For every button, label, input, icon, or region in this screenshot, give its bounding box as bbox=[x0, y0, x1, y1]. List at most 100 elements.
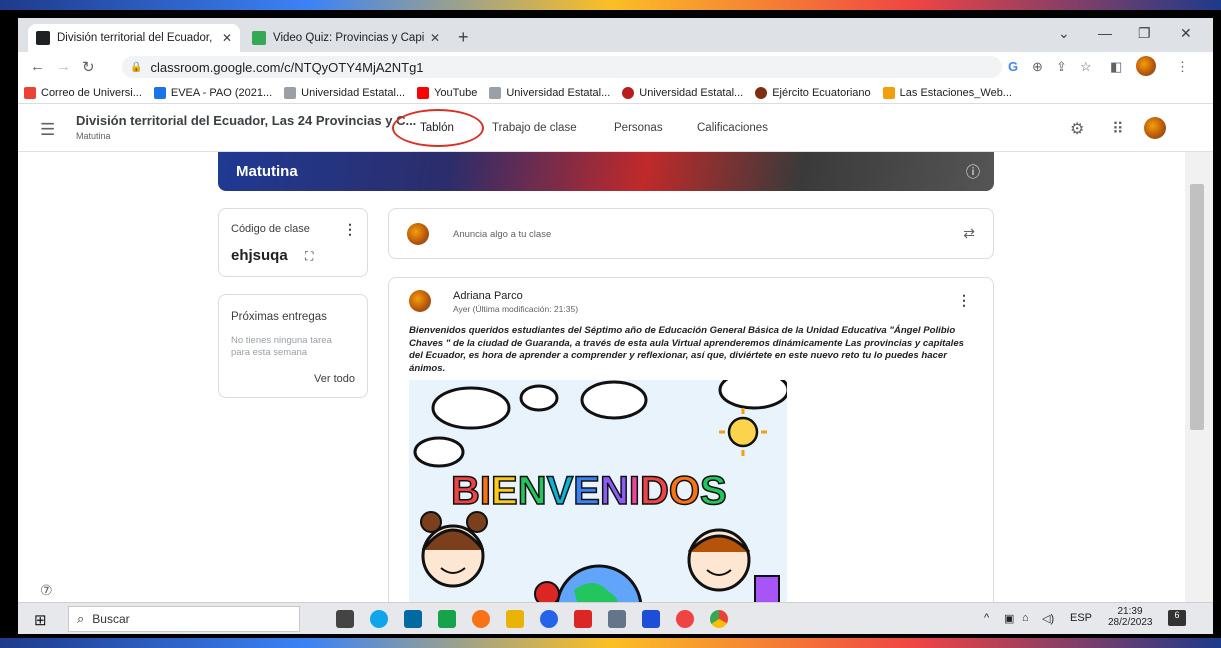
browser-menu-icon[interactable]: ⋮ bbox=[1176, 59, 1189, 75]
bookmark-star-icon[interactable]: ☆ bbox=[1080, 59, 1092, 75]
bookmark-item[interactable]: EVEA - PAO (2021... bbox=[153, 86, 272, 99]
welcome-letter: N bbox=[518, 469, 547, 513]
upcoming-card: Próximas entregas No tienes ninguna tare… bbox=[218, 294, 368, 398]
chrome-icon[interactable] bbox=[710, 610, 728, 628]
class-banner: Matutina ⓘ bbox=[218, 152, 994, 191]
gmail-icon bbox=[24, 86, 36, 99]
class-title[interactable]: División territorial del Ecuador, Las 24… bbox=[76, 113, 416, 128]
file-explorer-icon[interactable] bbox=[506, 610, 524, 628]
tab-title: Video Quiz: Provincias y Capitale bbox=[273, 32, 424, 44]
firefox-icon[interactable] bbox=[472, 610, 490, 628]
bookmark-item[interactable]: Las Estaciones_Web... bbox=[882, 86, 1012, 99]
announce-placeholder[interactable]: Anuncia algo a tu clase bbox=[453, 229, 551, 240]
new-tab-icon[interactable]: + bbox=[458, 27, 469, 48]
share-icon[interactable]: ⇪ bbox=[1056, 59, 1067, 75]
post-options-icon[interactable]: ⋮ bbox=[957, 292, 971, 309]
clock-time: 21:39 bbox=[1117, 606, 1143, 617]
back-icon[interactable]: ← bbox=[30, 58, 45, 75]
tab-trabajo-de-clase[interactable]: Trabajo de clase bbox=[492, 122, 577, 134]
camera-icon[interactable] bbox=[608, 610, 626, 628]
author-avatar bbox=[409, 290, 431, 312]
windows-start-icon[interactable]: ⊞ bbox=[34, 611, 47, 629]
boy-figure bbox=[687, 528, 751, 592]
network-icon[interactable]: ⌂ bbox=[1022, 612, 1029, 624]
headset-icon[interactable] bbox=[540, 610, 558, 628]
close-tab-icon[interactable]: ✕ bbox=[222, 31, 232, 45]
bookmark-item[interactable]: Universidad Estatal... bbox=[489, 86, 610, 99]
clock[interactable]: 21:39 28/2/2023 bbox=[1108, 606, 1153, 628]
help-icon[interactable]: ⑦ bbox=[40, 582, 53, 599]
quiz-favicon-icon bbox=[252, 31, 266, 45]
bookmark-item[interactable]: Ejército Ecuatoriano bbox=[755, 86, 871, 99]
volume-icon[interactable]: ◁) bbox=[1042, 612, 1054, 625]
more-options-icon[interactable]: ⋮ bbox=[343, 221, 357, 238]
upcoming-empty-text: No tienes ninguna tarea para esta semana bbox=[231, 335, 332, 358]
powerpoint-icon[interactable] bbox=[574, 610, 592, 628]
decorative-bottom-strip bbox=[0, 638, 1221, 648]
close-tab-icon[interactable]: ✕ bbox=[430, 31, 440, 45]
taskbar-search[interactable]: ⌕ Buscar bbox=[68, 606, 300, 632]
welcome-letter: B bbox=[451, 469, 480, 513]
class-section: Matutina bbox=[76, 131, 111, 141]
side-panel-icon[interactable]: ◧ bbox=[1110, 59, 1122, 75]
mail-icon[interactable] bbox=[404, 610, 422, 628]
tab-calificaciones[interactable]: Calificaciones bbox=[697, 122, 768, 134]
repost-icon[interactable]: ⇄ bbox=[963, 225, 975, 242]
seasons-icon bbox=[882, 86, 895, 99]
classroom-favicon-icon bbox=[36, 31, 50, 45]
opera-icon[interactable] bbox=[676, 610, 694, 628]
fullscreen-icon[interactable]: ⛶ bbox=[305, 249, 313, 264]
class-code-value: ehjsuqa bbox=[231, 247, 288, 264]
zoom-icon[interactable]: ⊕ bbox=[1032, 59, 1043, 75]
banner-section-name: Matutina bbox=[236, 163, 298, 180]
bookmark-item[interactable]: Universidad Estatal... bbox=[284, 86, 405, 99]
edge-icon[interactable] bbox=[370, 610, 388, 628]
browser-tab-division[interactable]: División territorial del Ecuador, Li ✕ bbox=[28, 24, 240, 52]
clock-date: 28/2/2023 bbox=[1108, 617, 1153, 628]
tray-chevron-icon[interactable]: ^ bbox=[984, 612, 989, 624]
bookmarks-bar: Correo de Universi... EVEA - PAO (2021..… bbox=[18, 82, 1213, 104]
url-bar[interactable]: 🔒 classroom.google.com/c/NTQyOTY4MjA2NTg… bbox=[122, 56, 1002, 78]
bookmark-item[interactable]: YouTube bbox=[417, 86, 477, 99]
post-card: Adriana Parco Ayer (Última modificación:… bbox=[388, 277, 994, 634]
post-author: Adriana Parco bbox=[453, 290, 523, 302]
restore-icon[interactable]: ❐ bbox=[1138, 25, 1151, 42]
notification-badge[interactable]: 6 bbox=[1168, 610, 1186, 626]
welcome-image[interactable]: BIENVENIDOS bbox=[409, 380, 787, 608]
bookmark-item[interactable]: Universidad Estatal... bbox=[622, 86, 743, 99]
account-avatar[interactable] bbox=[1144, 117, 1166, 139]
tab-personas[interactable]: Personas bbox=[614, 122, 663, 134]
word-icon[interactable] bbox=[642, 610, 660, 628]
excel-icon[interactable] bbox=[438, 610, 456, 628]
url-text: classroom.google.com/c/NTQyOTY4MjA2NTg1 bbox=[150, 59, 424, 75]
class-code-label: Código de clase bbox=[231, 223, 310, 235]
browser-tab-bar: División territorial del Ecuador, Li ✕ V… bbox=[18, 18, 1213, 52]
welcome-letter: S bbox=[700, 469, 727, 513]
bookmark-item[interactable]: Correo de Universi... bbox=[24, 86, 142, 99]
hamburger-menu-icon[interactable]: ☰ bbox=[40, 120, 55, 140]
forward-icon[interactable]: → bbox=[56, 58, 71, 75]
announce-card[interactable]: Anuncia algo a tu clase ⇄ bbox=[388, 208, 994, 259]
welcome-letter: E bbox=[573, 469, 600, 513]
task-view-icon[interactable] bbox=[336, 610, 354, 628]
see-all-link[interactable]: Ver todo bbox=[314, 373, 355, 385]
info-icon[interactable]: ⓘ bbox=[966, 162, 980, 182]
tab-title: División territorial del Ecuador, Li bbox=[57, 32, 216, 44]
classroom-header: ☰ División territorial del Ecuador, Las … bbox=[18, 104, 1213, 152]
reload-icon[interactable]: ↻ bbox=[82, 58, 95, 76]
settings-gear-icon[interactable]: ⚙ bbox=[1070, 119, 1084, 139]
profile-avatar[interactable] bbox=[1136, 56, 1156, 76]
tray-meeting-icon[interactable]: ▣ bbox=[1004, 612, 1014, 625]
google-translate-icon[interactable]: G bbox=[1008, 59, 1018, 74]
tab-search-chevron-icon[interactable]: ⌄ bbox=[1058, 25, 1070, 42]
language-indicator[interactable]: ESP bbox=[1070, 612, 1092, 624]
minimize-icon[interactable]: — bbox=[1098, 25, 1112, 41]
welcome-letter: I bbox=[629, 469, 640, 513]
youtube-icon bbox=[417, 86, 430, 99]
browser-tab-quiz[interactable]: Video Quiz: Provincias y Capitale ✕ bbox=[244, 24, 448, 52]
apps-grid-icon[interactable]: ⠿ bbox=[1112, 119, 1124, 139]
close-window-icon[interactable]: ✕ bbox=[1180, 25, 1192, 42]
post-time: Ayer (Última modificación: 21:35) bbox=[453, 304, 579, 314]
scrollbar-thumb[interactable] bbox=[1190, 184, 1204, 430]
sun-icon bbox=[719, 408, 767, 456]
